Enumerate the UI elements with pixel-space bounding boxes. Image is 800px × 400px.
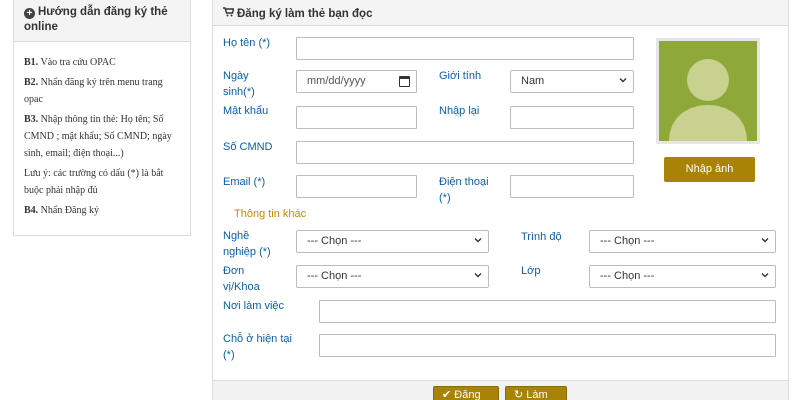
fullname-input[interactable] xyxy=(296,37,634,60)
unit-label: Đơn vị/Khoa xyxy=(223,265,260,293)
level-value: --- Chọn --- xyxy=(600,235,655,247)
cart-icon xyxy=(223,7,235,20)
email-label: Email (*) xyxy=(223,176,266,188)
avatar-placeholder xyxy=(656,38,760,144)
password-input[interactable] xyxy=(296,106,417,129)
guide-steps: B1. Vào tra cứu OPAC B2. Nhấn đăng ký tr… xyxy=(14,42,190,219)
registration-form-panel: Đăng ký làm thẻ bạn đọc Họ tên (*) Ngày … xyxy=(212,0,789,400)
upload-photo-button[interactable]: Nhập ảnh xyxy=(664,157,755,182)
guide-step: B4. Nhấn Đăng ký xyxy=(24,202,182,219)
workplace-label: Nơi làm việc xyxy=(223,300,284,312)
phone-label: Điện thoại (*) xyxy=(439,176,489,204)
gender-label: Giới tính xyxy=(439,70,482,82)
level-select[interactable]: --- Chọn --- xyxy=(589,230,776,253)
form-footer xyxy=(213,380,788,400)
chevron-down-icon xyxy=(761,238,769,243)
step-text: Vào tra cứu OPAC xyxy=(38,57,116,68)
address-input[interactable] xyxy=(319,334,776,357)
dob-placeholder: mm/dd/yyyy xyxy=(307,75,366,87)
unit-select[interactable]: --- Chọn --- xyxy=(296,265,489,288)
guide-header: + Hướng dẫn đăng ký thẻ online xyxy=(14,0,190,42)
gender-select[interactable]: Nam xyxy=(510,70,634,93)
guide-note: Lưu ý: các trường có dấu (*) là bắt buộc… xyxy=(24,165,182,199)
guide-step: B2. Nhấn đăng ký trên menu trang opac xyxy=(24,74,182,108)
register-button[interactable]: ✔ Đăng ký xyxy=(433,386,499,400)
form-title: Đăng ký làm thẻ bạn đọc xyxy=(237,8,373,20)
guide-step: B1. Vào tra cứu OPAC xyxy=(24,54,182,71)
calendar-icon[interactable] xyxy=(399,76,410,87)
note-text: Lưu ý: các trường có dấu (*) là bắt buộc… xyxy=(24,168,164,196)
plus-circle-icon: + xyxy=(24,8,35,19)
other-info-heading: Thông tin khác xyxy=(234,208,307,220)
form-header: Đăng ký làm thẻ bạn đọc xyxy=(213,0,788,26)
registration-guide-panel: + Hướng dẫn đăng ký thẻ online B1. Vào tr… xyxy=(13,0,191,236)
user-silhouette-icon xyxy=(669,59,747,141)
address-label: Chỗ ở hiện tại (*) xyxy=(223,333,292,361)
dob-label: Ngày sinh(*) xyxy=(223,70,255,98)
step-number: B2. xyxy=(24,77,39,88)
workplace-input[interactable] xyxy=(319,300,776,323)
job-label: Nghề nghiệp (*) xyxy=(223,230,271,258)
confirm-password-label: Nhập lại xyxy=(439,105,480,117)
step-number: B3. xyxy=(24,114,39,125)
class-value: --- Chọn --- xyxy=(600,270,655,282)
reset-button[interactable]: ↻ Làm lại xyxy=(505,386,567,400)
fullname-label: Họ tên (*) xyxy=(223,37,271,49)
idcard-input[interactable] xyxy=(296,141,634,164)
job-select[interactable]: --- Chọn --- xyxy=(296,230,489,253)
job-value: --- Chọn --- xyxy=(307,235,362,247)
step-text: Nhập thông tin thẻ: Họ tên; Số CMND ; mậ… xyxy=(24,114,172,159)
check-icon: ✔ xyxy=(442,389,452,400)
idcard-label: Số CMND xyxy=(223,141,273,153)
chevron-down-icon xyxy=(761,273,769,278)
guide-step: B3. Nhập thông tin thẻ: Họ tên; Số CMND … xyxy=(24,111,182,162)
level-label: Trình độ xyxy=(521,231,562,243)
email-input[interactable] xyxy=(296,175,417,198)
step-text: Nhấn Đăng ký xyxy=(38,205,99,216)
phone-input[interactable] xyxy=(510,175,634,198)
confirm-password-input[interactable] xyxy=(510,106,634,129)
step-text: Nhấn đăng ký trên menu trang opac xyxy=(24,77,163,105)
dob-input[interactable]: mm/dd/yyyy xyxy=(296,70,417,93)
password-label: Mật khẩu xyxy=(223,105,269,117)
chevron-down-icon xyxy=(474,238,482,243)
refresh-icon: ↻ xyxy=(514,389,524,400)
unit-value: --- Chọn --- xyxy=(307,270,362,282)
step-number: B4. xyxy=(24,205,39,216)
gender-value: Nam xyxy=(521,75,545,87)
step-number: B1. xyxy=(24,57,39,68)
chevron-down-icon xyxy=(474,273,482,278)
class-label: Lớp xyxy=(521,265,541,277)
chevron-down-icon xyxy=(619,78,627,83)
guide-title: Hướng dẫn đăng ký thẻ online xyxy=(24,6,168,33)
class-select[interactable]: --- Chọn --- xyxy=(589,265,776,288)
